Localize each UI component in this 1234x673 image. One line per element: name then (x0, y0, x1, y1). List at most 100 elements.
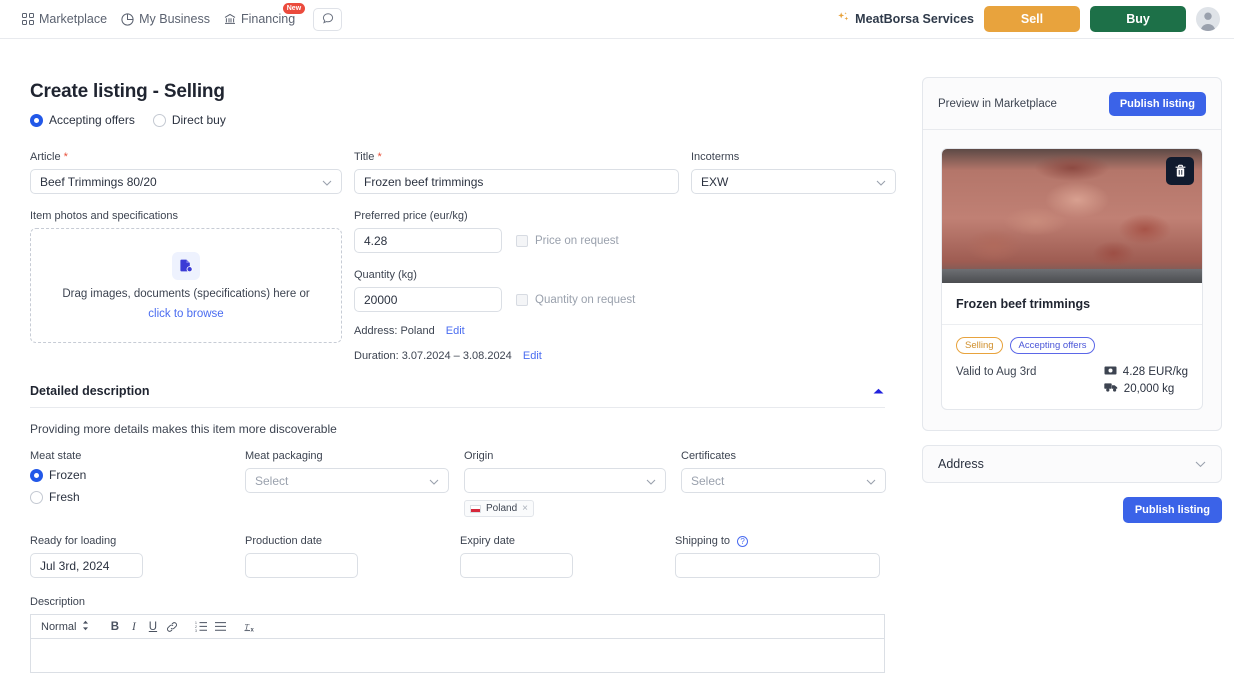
certificates-select[interactable]: Select (681, 468, 886, 493)
origin-select[interactable] (464, 468, 666, 493)
listing-image (942, 149, 1202, 283)
radio-frozen-label: Frozen (49, 468, 87, 482)
file-dropzone[interactable]: Drag images, documents (specifications) … (30, 228, 342, 343)
editor-underline-button[interactable]: U (143, 617, 162, 636)
duration-line: Duration: 3.07.2024 – 3.08.2024 Edit (354, 350, 679, 362)
incoterms-select[interactable]: EXW (691, 169, 896, 194)
meat-packaging-label: Meat packaging (245, 450, 323, 462)
price-on-request-row: Price on request (516, 228, 619, 253)
details-grid: Meat state Frozen Fresh Meat packaging S… (30, 450, 900, 517)
editor-style-select[interactable]: Normal (41, 620, 89, 634)
meat-packaging-group: Meat packaging Select (245, 450, 449, 517)
listing-card-title: Frozen beef trimmings (942, 283, 1202, 325)
duration-edit-link[interactable]: Edit (523, 350, 542, 362)
address-accordion[interactable]: Address (922, 445, 1222, 483)
nav-item-financing-label: Financing (240, 12, 296, 26)
nav-item-my-business[interactable]: My Business (121, 12, 210, 26)
dates-grid: Ready for loading Jul 3rd, 2024 Producti… (30, 535, 900, 578)
listing-preview-card: Frozen beef trimmings Selling Accepting … (941, 148, 1203, 410)
sell-button[interactable]: Sell (984, 6, 1080, 32)
expiry-date-input[interactable] (460, 553, 573, 578)
price-input[interactable]: 4.28 (354, 228, 502, 253)
description-textarea[interactable] (30, 638, 885, 673)
radio-frozen[interactable]: Frozen (30, 468, 230, 482)
chevron-down-icon (876, 175, 886, 189)
bullet-list-icon (215, 622, 227, 631)
quantity-input[interactable]: 20000 (354, 287, 502, 312)
create-listing-form: Create listing - Selling Accepting offer… (0, 39, 900, 673)
new-badge: New (282, 3, 306, 14)
production-date-input[interactable] (245, 553, 358, 578)
editor-style-value: Normal (41, 620, 77, 633)
listing-quantity-stat: 20,000 kg (1104, 382, 1188, 395)
listing-price-stat: 4.28 EUR/kg (1104, 366, 1188, 378)
meatborsa-services-link[interactable]: MeatBorsa Services (837, 11, 974, 27)
user-icon (1200, 12, 1216, 31)
nav-item-financing[interactable]: Financing New (224, 3, 306, 26)
quantity-label: Quantity (kg) (354, 269, 417, 281)
preview-panel-body: Frozen beef trimmings Selling Accepting … (923, 130, 1221, 430)
dropzone-browse-link[interactable]: click to browse (148, 308, 223, 320)
radio-dot-accepting-offers (30, 113, 43, 127)
publish-listing-button-bottom[interactable]: Publish listing (1122, 497, 1222, 523)
meat-packaging-select[interactable]: Select (245, 468, 449, 493)
ready-for-loading-input[interactable]: Jul 3rd, 2024 (30, 553, 143, 578)
radio-dot-frozen (30, 468, 43, 482)
certificates-label: Certificates (681, 450, 737, 462)
buy-button[interactable]: Buy (1090, 6, 1186, 32)
radio-fresh[interactable]: Fresh (30, 490, 230, 504)
delete-image-button[interactable] (1166, 157, 1194, 185)
title-input[interactable]: Frozen beef trimmings (354, 169, 679, 194)
page-body: Create listing - Selling Accepting offer… (0, 39, 1234, 673)
radio-direct-buy[interactable]: Direct buy (152, 113, 226, 127)
address-line-text: Address: Poland (354, 325, 435, 337)
editor-clear-format-button[interactable]: T x (241, 617, 260, 636)
address-edit-link[interactable]: Edit (446, 325, 465, 337)
nav-right-group: MeatBorsa Services Sell Buy (837, 6, 1220, 32)
listing-quantity-value: 20,000 kg (1123, 382, 1175, 395)
listing-stats: 4.28 EUR/kg 20,000 kg (1104, 366, 1188, 395)
origin-group: Origin Poland × (464, 450, 666, 517)
chat-bubble-icon (322, 12, 334, 27)
shipping-to-group: Shipping to ? (675, 535, 880, 578)
listing-price-value: 4.28 EUR/kg (1122, 366, 1188, 378)
column-title-price: Title * Frozen beef trimmings Preferred … (354, 151, 679, 362)
help-circle-icon[interactable]: ? (737, 536, 749, 547)
listing-type-radio-group: Accepting offers Direct buy (30, 113, 900, 127)
price-on-request-checkbox[interactable] (516, 234, 528, 247)
article-select[interactable]: Beef Trimmings 80/20 (30, 169, 342, 194)
meatborsa-services-label: MeatBorsa Services (855, 12, 974, 26)
avatar[interactable] (1196, 7, 1220, 31)
publish-bottom-row: Publish listing (922, 497, 1222, 523)
chevron-down-icon (322, 175, 332, 189)
editor-link-button[interactable] (162, 617, 181, 636)
chevron-up-icon[interactable] (872, 384, 885, 398)
editor-bullet-list-button[interactable] (211, 617, 230, 636)
chat-button[interactable] (313, 7, 343, 31)
incoterms-select-value: EXW (701, 174, 729, 189)
clear-format-icon: T x (244, 622, 254, 633)
nav-item-marketplace[interactable]: Marketplace (22, 12, 107, 26)
editor-bold-button[interactable]: B (105, 617, 124, 636)
editor-italic-button[interactable]: I (124, 617, 143, 636)
shipping-to-label: Shipping to ? (675, 535, 880, 547)
pie-chart-icon (121, 12, 134, 26)
editor-toolbar: Normal B I U 1 2 3 T x (30, 614, 885, 638)
article-label: Article * (30, 151, 342, 163)
shipping-to-label-text: Shipping to (675, 535, 731, 547)
certificates-group: Certificates Select (681, 450, 886, 517)
publish-listing-button-top[interactable]: Publish listing (1108, 91, 1206, 116)
radio-accepting-offers[interactable]: Accepting offers (30, 113, 135, 127)
bank-icon (224, 13, 236, 25)
quantity-row: 20000 Quantity on request (354, 287, 679, 312)
editor-ordered-list-button[interactable]: 1 2 3 (192, 617, 211, 636)
quantity-on-request-checkbox[interactable] (516, 293, 528, 306)
production-date-label: Production date (245, 535, 323, 547)
photos-label: Item photos and specifications (30, 210, 178, 222)
shipping-to-input[interactable] (675, 553, 880, 578)
title-required-marker: * (377, 151, 382, 163)
trash-icon (1175, 164, 1185, 177)
production-date-group: Production date (245, 535, 358, 578)
origin-chip-remove-icon[interactable]: × (522, 503, 528, 514)
page-title: Create listing - Selling (30, 81, 225, 102)
